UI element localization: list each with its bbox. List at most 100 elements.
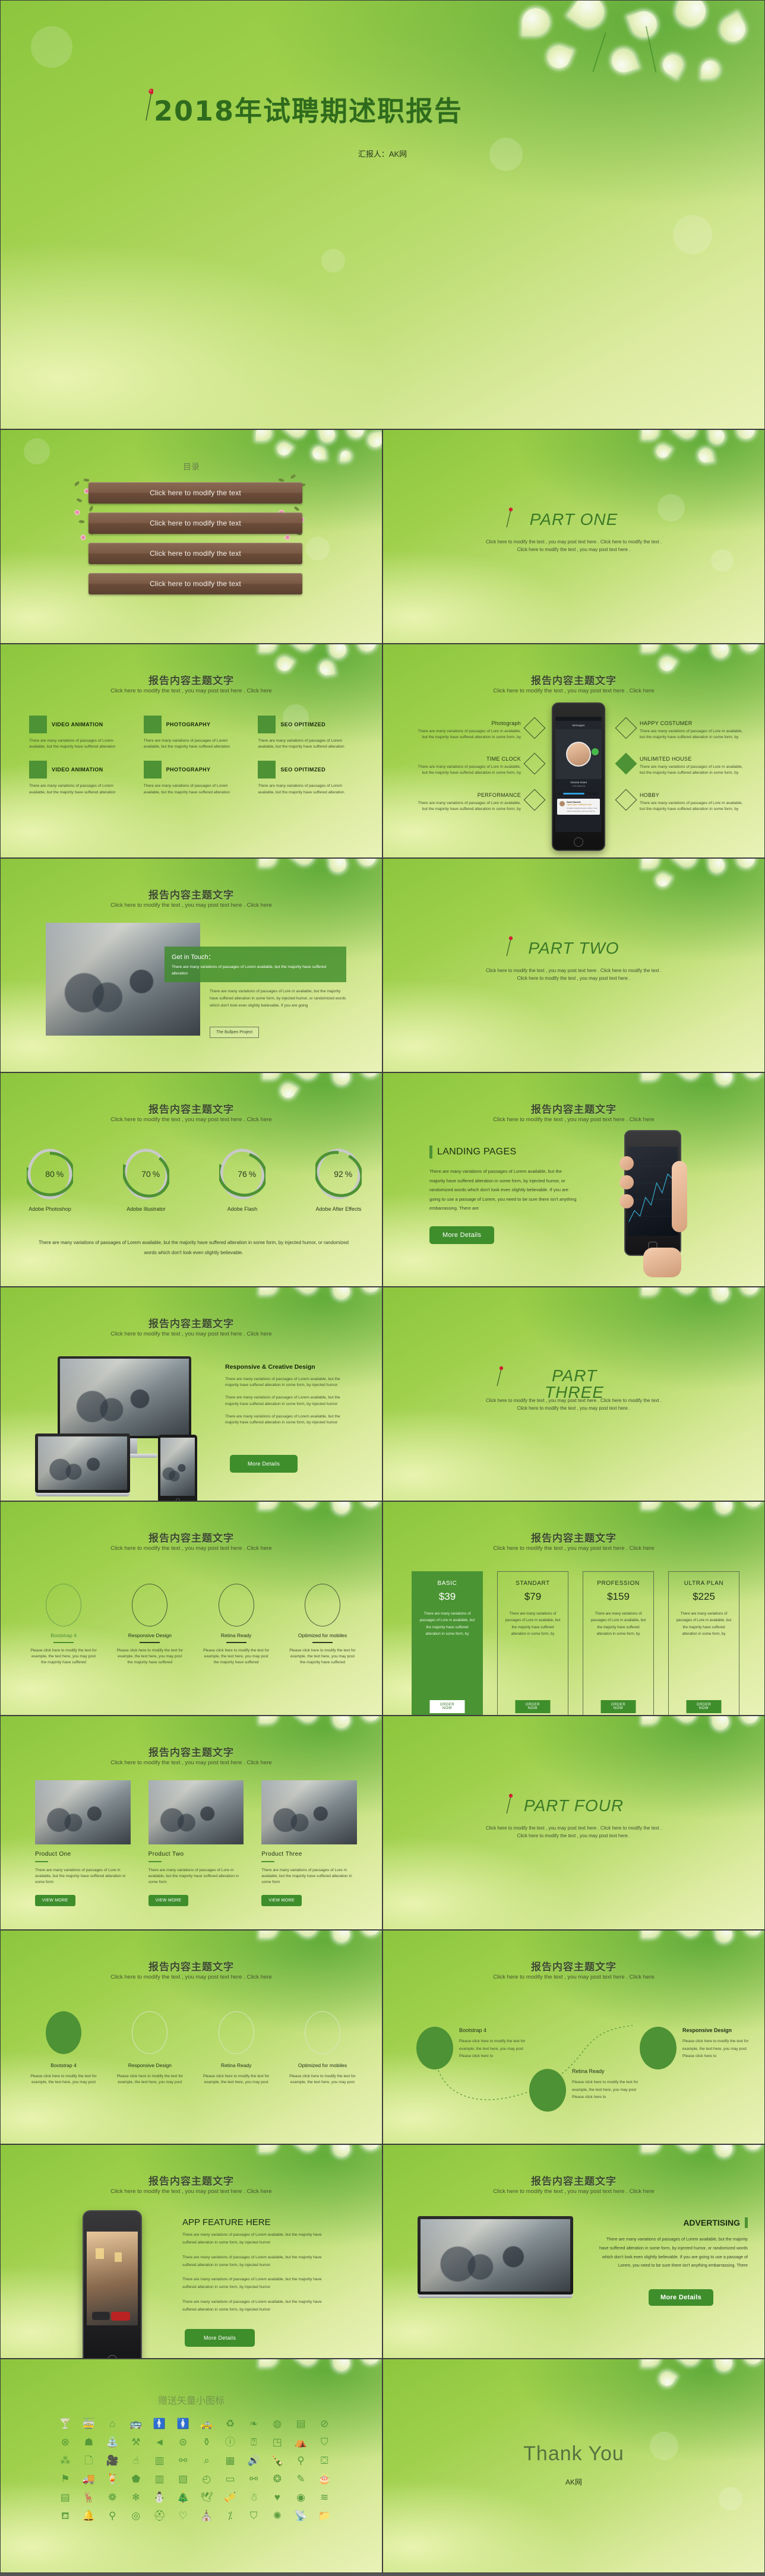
server-icon: ▧ xyxy=(178,2473,188,2485)
order-now-button[interactable]: ORDER NOW xyxy=(429,1700,465,1713)
view-more-button[interactable]: VIEW MORE xyxy=(148,1894,189,1906)
get-in-touch-body: There are many variations of passages of… xyxy=(210,989,346,1008)
grapes-icon: ⁂ xyxy=(60,2455,71,2466)
feature-name: VIDEO ANIMATION xyxy=(52,767,103,773)
feature-swatch-icon xyxy=(143,716,162,733)
more-details-button[interactable]: More Details xyxy=(648,2289,713,2306)
view-more-button[interactable]: VIEW MORE xyxy=(35,1894,75,1906)
more-details-button[interactable]: More Details xyxy=(429,1226,495,1244)
phone-screen xyxy=(87,2232,138,2325)
progress-slider[interactable] xyxy=(558,792,599,795)
landing-title: LANDING PAGES xyxy=(437,1147,517,1157)
landing-title-row: LANDING PAGES xyxy=(429,1145,516,1159)
icon-grid: 🍸 🚋 ⌂ 🚌 🚹 🚺 🚕 ♻ ❧ ◍ ▤ ⊘ ⊗ ☗ ⛲ ⚒ ◄ ⊜ ⚱ ⓘ … xyxy=(55,2419,334,2521)
tent-icon: ⛺ xyxy=(294,2436,308,2448)
feature-card: VIDEO ANIMATION There are many variation… xyxy=(29,761,129,795)
toc-item[interactable]: Click here to modify the text xyxy=(88,482,302,504)
contact-name: Victoria Grant xyxy=(570,781,587,784)
touch-icon: ☝ xyxy=(132,2455,139,2466)
section-title: 报告内容主题文字 xyxy=(148,1961,234,1973)
feature-name: TIME CLOCK xyxy=(486,756,521,762)
ring-chart-row: 80 % Adobe Photoshop 70 % Adobe Illustra… xyxy=(27,1148,362,1212)
part-description: Click here to modify the text , you may … xyxy=(448,1397,699,1412)
sleigh-icon: ⛄ xyxy=(153,2492,166,2503)
part-description-line1: Click here to modify the text , you may … xyxy=(485,968,662,973)
ribbon-icon: ⛋ xyxy=(320,2455,328,2466)
bed-icon: ⛉ xyxy=(320,2436,328,2448)
timeline-label: Responsive Design xyxy=(682,2027,732,2033)
feature-body: There are many variations of passages of… xyxy=(640,729,743,740)
waiter-icon: ☗ xyxy=(84,2436,94,2448)
feature-swatch-icon xyxy=(29,761,47,779)
order-now-button[interactable]: ORDER NOW xyxy=(600,1700,636,1713)
circle-icon xyxy=(218,2011,254,2054)
timeline-item: Bootstrap 4 Please click here to modify … xyxy=(459,2027,530,2061)
diamond-icon xyxy=(615,752,637,775)
call-button[interactable] xyxy=(592,748,599,755)
progress-ring: 76 % xyxy=(219,1148,265,1200)
pricing-card[interactable]: ULTRA PLAN $225 There are many variation… xyxy=(668,1571,739,1715)
toc-item[interactable]: Click here to modify the text xyxy=(88,512,302,534)
ring-chart-item: 76 % Adobe Flash xyxy=(219,1148,265,1212)
tree-icon: 🎄 xyxy=(176,2492,189,2503)
more-details-button[interactable]: More Details xyxy=(230,1455,298,1473)
pin-icon xyxy=(497,1366,503,1387)
flag-icon: ⚑ xyxy=(61,2473,70,2485)
icon-library-heading: 赠送矢量小图标 xyxy=(157,2396,225,2406)
feature-body: There are many variations of passages of… xyxy=(143,739,230,749)
hanger-icon: ⌂ xyxy=(109,2418,116,2429)
accent-bar-icon xyxy=(429,1145,432,1159)
section-title: 报告内容主题文字 xyxy=(531,1533,617,1545)
part-title-line1: PART xyxy=(551,1366,598,1385)
campfire-icon: ⚱ xyxy=(202,2436,211,2448)
toc-item[interactable]: Click here to modify the text xyxy=(88,543,302,564)
divider xyxy=(35,1861,48,1862)
app-feature-body: There are many variations of passages of… xyxy=(182,2232,331,2314)
ring-chart-item: 92 % Adobe After Effects xyxy=(315,1148,362,1212)
pricing-card[interactable]: BASIC $39 There are many variations of p… xyxy=(412,1571,483,1715)
order-now-button[interactable]: ORDER NOW xyxy=(686,1700,722,1713)
feature-name: SEO OPITIMZED xyxy=(280,767,326,773)
cocktail-icon: 🍸 xyxy=(59,2418,72,2429)
view-more-button[interactable]: VIEW MORE xyxy=(261,1894,302,1906)
slide-part-one: PART ONE Click here to modify the text ,… xyxy=(383,429,765,644)
ring-label: Adobe Illustrator xyxy=(127,1206,166,1212)
feature-row: HAPPY COSTUMER There are many variations… xyxy=(615,717,747,740)
feature-row: HOBBY There are many variations of passa… xyxy=(615,789,747,812)
bullpen-project-button[interactable]: The Bullpen Project xyxy=(210,1027,260,1038)
avatar xyxy=(566,742,591,767)
more-details-button[interactable]: More Details xyxy=(185,2329,255,2347)
pricing-card[interactable]: PROFESSION $159 There are many variation… xyxy=(583,1571,654,1715)
hands-icon: ⛉ xyxy=(249,2510,258,2521)
divider xyxy=(312,1642,333,1643)
avatar xyxy=(559,801,565,806)
diamond-icon xyxy=(615,717,637,739)
drum-icon: ▤ xyxy=(60,2492,70,2503)
toc-item[interactable]: Click here to modify the text xyxy=(88,573,302,594)
circle-icon xyxy=(304,1584,340,1626)
feature-swatch-icon xyxy=(143,761,162,779)
xmas-icon: ◉ xyxy=(296,2492,305,2503)
product-card: Product One There are many variations of… xyxy=(35,1780,131,1906)
section-title: 报告内容主题文字 xyxy=(148,1318,234,1330)
section-subtitle: Click here to modify the text , you may … xyxy=(493,1116,655,1123)
thank-you-subtitle: AK网 xyxy=(565,2478,582,2486)
slide-part-three: PART THREE Click here to modify the text… xyxy=(383,1287,765,1501)
home-button-icon[interactable] xyxy=(574,837,583,847)
card-icon: ▭ xyxy=(225,2473,235,2485)
circle-label: Retina Ready xyxy=(220,2062,252,2068)
part-description: Click here to modify the text , you may … xyxy=(448,967,699,982)
thank-you-title: Thank You xyxy=(523,2442,624,2465)
feature-row: PERFORMANCE There are many variations of… xyxy=(418,789,546,812)
order-now-button[interactable]: ORDER NOW xyxy=(515,1700,551,1713)
pricing-card[interactable]: STANDART $79 There are many variations o… xyxy=(497,1571,568,1715)
landing-body: There are many variations of passages of… xyxy=(429,1169,577,1211)
megaphone-icon: ◄ xyxy=(154,2436,165,2448)
woman-icon: 🚺 xyxy=(176,2418,189,2429)
circle-body: Please click here to modify the text for… xyxy=(203,1648,270,1665)
plan-price: $39 xyxy=(438,1591,456,1602)
circle-feature-item: Bootstrap 4 Please click here to modify … xyxy=(24,2011,103,2086)
barcode-icon: ▥ xyxy=(154,2473,165,2485)
section-subtitle: Click here to modify the text , you may … xyxy=(493,2188,655,2195)
flower-decoration xyxy=(597,859,764,944)
